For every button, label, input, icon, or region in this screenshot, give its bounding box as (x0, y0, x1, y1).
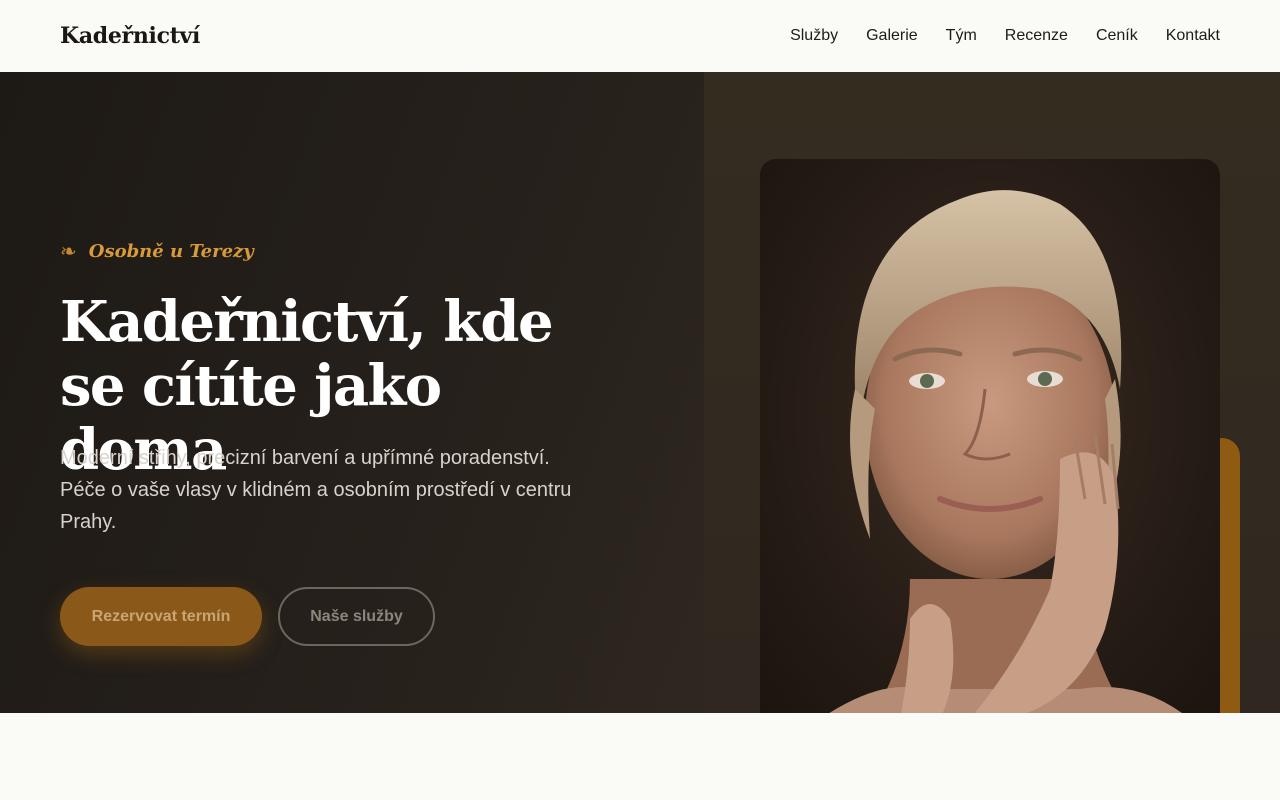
nav-link-galerie[interactable]: Galerie (866, 27, 918, 45)
book-appointment-button[interactable]: Rezervovat termín (60, 587, 262, 646)
nav-link-recenze[interactable]: Recenze (1005, 27, 1068, 45)
our-services-button[interactable]: Naše služby (278, 587, 435, 646)
site-header: Kadeřnictví Služby Galerie Tým Recenze C… (0, 0, 1280, 72)
hero-eyebrow: ❧ Osobně u Terezy (60, 239, 254, 264)
brand-logo[interactable]: Kadeřnictví (60, 23, 200, 49)
nav-link-sluzby[interactable]: Služby (790, 27, 838, 45)
main-nav: Služby Galerie Tým Recenze Ceník Kontakt (790, 27, 1220, 45)
hero-section: ❧ Osobně u Terezy Kadeřnictví, kde se cí… (0, 72, 1280, 713)
hero-portrait-image (760, 159, 1220, 713)
eyebrow-text: Osobně u Terezy (88, 241, 254, 262)
nav-link-cenik[interactable]: Ceník (1096, 27, 1138, 45)
nav-link-kontakt[interactable]: Kontakt (1166, 27, 1220, 45)
nav-link-tym[interactable]: Tým (946, 27, 977, 45)
headline-line-1: Kadeřnictví, kde (60, 289, 554, 355)
fleuron-icon: ❧ (60, 241, 77, 263)
portrait-illustration (829, 190, 1183, 713)
hero-lead-text: Moderní střihy, precizní barvení a upřím… (60, 447, 572, 533)
